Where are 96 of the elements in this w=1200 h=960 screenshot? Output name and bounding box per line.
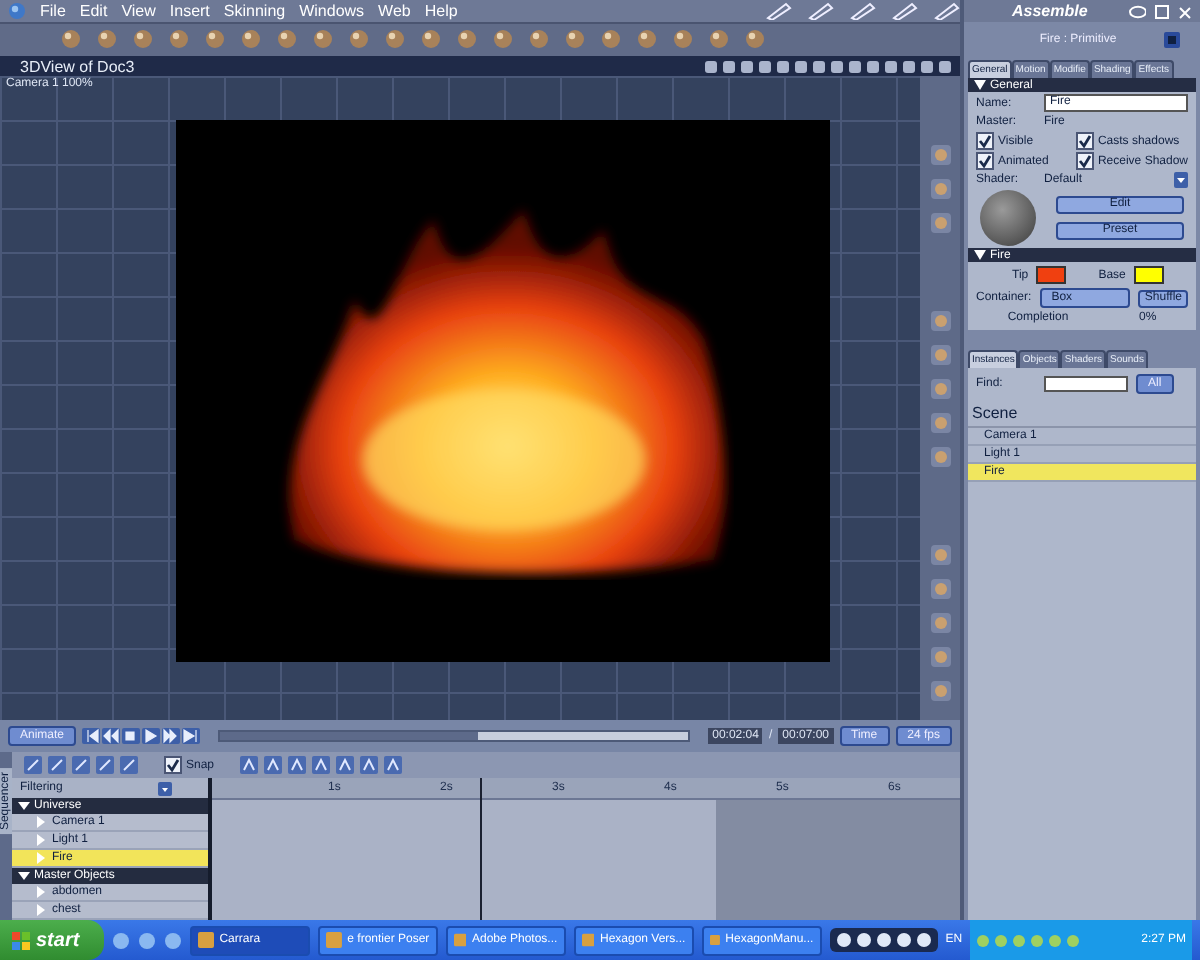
menu-item[interactable]: Insert [169, 1, 210, 20]
toolbar-icon[interactable] [528, 28, 550, 51]
playback-control-icon[interactable] [162, 728, 181, 745]
app-icon [453, 932, 466, 948]
tool-icon[interactable] [929, 679, 951, 702]
playback-control-icon[interactable] [182, 728, 201, 745]
windows-logo-icon [12, 931, 30, 949]
checkbox[interactable] [976, 152, 994, 170]
color-swatch[interactable] [1036, 266, 1067, 284]
checkbox[interactable] [1075, 152, 1094, 170]
sequencer-tool-icon[interactable] [120, 756, 138, 775]
time-slider[interactable] [218, 730, 691, 743]
close-icon[interactable] [1176, 3, 1194, 19]
toolbar-icon[interactable] [708, 28, 730, 51]
app-icon [325, 932, 342, 948]
toolbar-icon[interactable] [384, 28, 406, 51]
toolbar-icon[interactable] [276, 28, 298, 51]
tool-icon[interactable] [929, 411, 951, 434]
sequencer-tool-icon[interactable] [96, 756, 114, 775]
menu-item[interactable]: Help [424, 1, 458, 20]
tool-icon[interactable] [929, 543, 951, 566]
collapse-arrow-icon[interactable] [974, 250, 986, 260]
pen-tool-icon[interactable] [806, 1, 834, 20]
pen-tool-icon[interactable] [890, 1, 918, 20]
start-button[interactable]: start [0, 920, 104, 960]
tool-icon[interactable] [929, 377, 951, 400]
eye-icon[interactable] [1128, 3, 1146, 19]
filter-dropdown-icon[interactable] [158, 781, 173, 796]
menu-item[interactable]: Edit [79, 1, 108, 20]
toolbar-icon[interactable] [312, 28, 334, 51]
tool-icon[interactable] [929, 211, 951, 234]
shader-menu-icon[interactable] [1174, 172, 1188, 188]
tool-icon[interactable] [929, 645, 951, 668]
toolbar-icon[interactable] [240, 28, 262, 51]
playback-control-icon[interactable] [82, 728, 101, 745]
tool-icon[interactable] [929, 177, 951, 200]
toolbar-icon[interactable] [420, 28, 442, 51]
app-icon [197, 932, 214, 948]
key-tool-icon[interactable] [240, 756, 259, 775]
playback-control-icon[interactable] [102, 728, 121, 745]
checkbox[interactable] [976, 132, 994, 150]
panel-menu-icon[interactable] [1164, 31, 1181, 47]
toolbar-icon[interactable] [672, 28, 694, 51]
tool-icon[interactable] [929, 309, 951, 332]
checkbox[interactable] [1075, 132, 1094, 150]
playhead-line[interactable] [479, 778, 482, 920]
toolbar-icon[interactable] [348, 28, 370, 51]
tool-icon[interactable] [929, 143, 951, 166]
toolbar-icon[interactable] [60, 28, 82, 51]
key-tool-icon[interactable] [384, 756, 403, 775]
menu-item[interactable]: Web [378, 1, 411, 20]
key-tool-icon[interactable] [288, 756, 307, 775]
tool-icon[interactable] [929, 577, 951, 600]
toolbar-icon[interactable] [564, 28, 586, 51]
view-title: 3DView of Doc3 [20, 57, 135, 76]
app-logo-icon [8, 1, 26, 20]
pen-tool-icon[interactable] [848, 1, 876, 20]
collapse-arrow-icon[interactable] [974, 80, 986, 90]
checkbox[interactable] [164, 756, 182, 775]
app-icon [581, 932, 594, 948]
toolbar-icon[interactable] [204, 28, 226, 51]
sequencer-tool-icon[interactable] [24, 756, 42, 775]
toolbar-icon[interactable] [744, 28, 766, 51]
pen-tool-icon[interactable] [764, 1, 792, 20]
menu-item[interactable]: View [121, 1, 156, 20]
shader-preview-sphere [980, 190, 1036, 246]
pen-tool-icon[interactable] [932, 1, 960, 20]
key-tool-icon[interactable] [312, 756, 331, 775]
menu-item[interactable]: Skinning [223, 1, 286, 20]
app-icon [709, 932, 720, 948]
toolbar-icon[interactable] [636, 28, 658, 51]
tool-icon[interactable] [929, 611, 951, 634]
expand-arrow-icon[interactable] [18, 800, 30, 813]
playback-control-icon[interactable] [122, 728, 141, 745]
room-title: Assemble [1012, 2, 1090, 20]
expand-arrow-icon[interactable] [18, 870, 30, 883]
playback-control-icon[interactable] [142, 728, 161, 745]
color-swatch[interactable] [1133, 266, 1164, 284]
toolbar-icon[interactable] [600, 28, 622, 51]
menu-item[interactable]: File [40, 1, 66, 20]
toolbar-icon[interactable] [96, 28, 118, 51]
toolbar-icon[interactable] [492, 28, 514, 51]
menu-item[interactable]: Windows [299, 1, 365, 20]
sequencer-tool-icon[interactable] [48, 756, 66, 775]
key-tool-icon[interactable] [360, 756, 379, 775]
find-field[interactable] [1044, 376, 1128, 392]
key-tool-icon[interactable] [264, 756, 283, 775]
toolbar-icon[interactable] [168, 28, 190, 51]
toolbar-icon[interactable] [456, 28, 478, 51]
sequencer-tool-icon[interactable] [72, 756, 90, 775]
key-tool-icon[interactable] [336, 756, 355, 775]
toolbar-icon[interactable] [132, 28, 154, 51]
window-icon[interactable] [1152, 3, 1170, 19]
tool-icon[interactable] [929, 343, 951, 366]
list-heading: Scene [968, 400, 1196, 428]
tool-icon[interactable] [929, 445, 951, 468]
